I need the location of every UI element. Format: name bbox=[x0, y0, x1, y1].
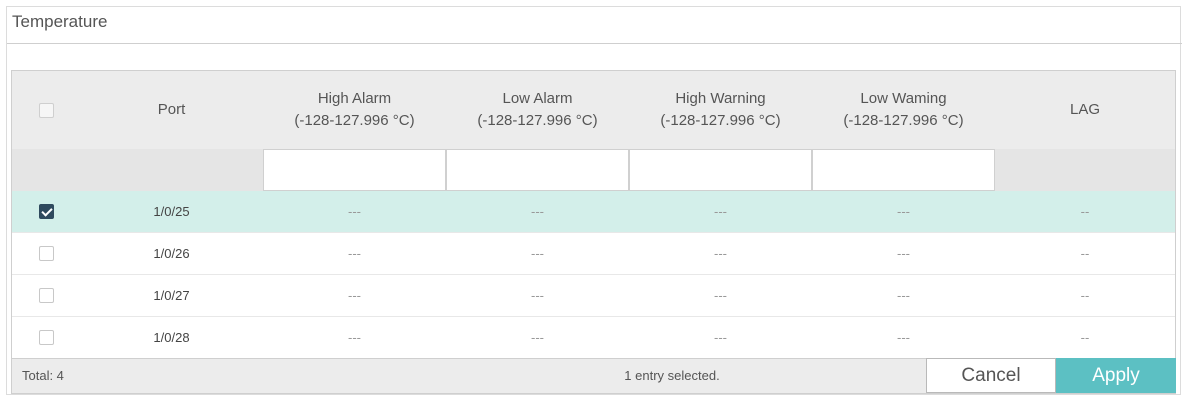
table-row[interactable]: 1/0/25 --- --- --- --- -- bbox=[12, 191, 1175, 233]
row-low-alarm: --- bbox=[531, 203, 544, 219]
row-high-alarm: --- bbox=[348, 245, 361, 261]
row-port: 1/0/27 bbox=[153, 287, 190, 303]
header-high-warning-label: High Warning bbox=[675, 90, 766, 107]
row-port: 1/0/25 bbox=[153, 203, 190, 219]
header-high-warning: High Warning (-128-127.996 °C) bbox=[629, 71, 812, 149]
high-warning-input[interactable] bbox=[629, 149, 812, 191]
table-row[interactable]: 1/0/26 --- --- --- --- -- bbox=[12, 233, 1175, 275]
row-port: 1/0/26 bbox=[153, 245, 190, 261]
row-low-alarm: --- bbox=[531, 245, 544, 261]
row-high-warning: --- bbox=[714, 287, 727, 303]
row-select-cell[interactable] bbox=[12, 191, 80, 232]
row-high-alarm: --- bbox=[348, 329, 361, 345]
temperature-panel: Temperature Port High Alarm (-128-127.99… bbox=[6, 6, 1182, 395]
row-checkbox[interactable] bbox=[38, 246, 54, 261]
cancel-button[interactable]: Cancel bbox=[926, 358, 1056, 393]
apply-button[interactable]: Apply bbox=[1056, 358, 1176, 393]
row-low-warning: --- bbox=[897, 287, 910, 303]
row-low-warning: --- bbox=[897, 329, 910, 345]
header-lag-label: LAG bbox=[1069, 101, 1100, 118]
row-lag: -- bbox=[1080, 203, 1090, 219]
table-row[interactable]: 1/0/27 --- --- --- --- -- bbox=[12, 275, 1175, 317]
row-high-warning: --- bbox=[714, 245, 727, 261]
row-checkbox-checked[interactable] bbox=[38, 204, 54, 219]
header-high-alarm-range: (-128-127.996 °C) bbox=[294, 112, 415, 129]
header-low-alarm-range: (-128-127.996 °C) bbox=[477, 112, 598, 129]
row-low-alarm: --- bbox=[531, 329, 544, 345]
row-low-warning: --- bbox=[897, 203, 910, 219]
header-port-label: Port bbox=[157, 101, 186, 118]
temperature-table: Port High Alarm (-128-127.996 °C) Low Al… bbox=[11, 70, 1176, 394]
header-port: Port bbox=[80, 71, 263, 149]
row-select-cell[interactable] bbox=[12, 233, 80, 274]
total-count: Total: 4 bbox=[22, 368, 64, 383]
header-lag: LAG bbox=[995, 71, 1175, 149]
header-low-warning-range: (-128-127.996 °C) bbox=[843, 112, 964, 129]
low-alarm-input[interactable] bbox=[446, 149, 629, 191]
low-warning-input[interactable] bbox=[812, 149, 995, 191]
header-select-cell[interactable] bbox=[12, 71, 80, 149]
row-checkbox[interactable] bbox=[38, 330, 54, 345]
header-low-alarm: Low Alarm (-128-127.996 °C) bbox=[446, 71, 629, 149]
row-low-warning: --- bbox=[897, 245, 910, 261]
table-header: Port High Alarm (-128-127.996 °C) Low Al… bbox=[12, 71, 1175, 149]
high-alarm-input[interactable] bbox=[263, 149, 446, 191]
row-checkbox[interactable] bbox=[38, 288, 54, 303]
row-high-alarm: --- bbox=[348, 203, 361, 219]
header-high-alarm: High Alarm (-128-127.996 °C) bbox=[263, 71, 446, 149]
panel-title: Temperature bbox=[12, 12, 108, 31]
row-lag: -- bbox=[1080, 287, 1090, 303]
row-lag: -- bbox=[1080, 329, 1090, 345]
edit-row-blank-lag bbox=[995, 149, 1175, 191]
row-high-warning: --- bbox=[714, 203, 727, 219]
row-select-cell[interactable] bbox=[12, 275, 80, 316]
row-select-cell[interactable] bbox=[12, 317, 80, 358]
edit-row-blank-port bbox=[80, 149, 263, 191]
header-low-warning-label: Low Waming bbox=[860, 90, 947, 107]
table-footer: Total: 4 1 entry selected. Cancel Apply bbox=[12, 358, 1176, 393]
row-low-alarm: --- bbox=[531, 287, 544, 303]
header-low-warning: Low Waming (-128-127.996 °C) bbox=[812, 71, 995, 149]
table-row[interactable]: 1/0/28 --- --- --- --- -- bbox=[12, 317, 1175, 359]
header-high-warning-range: (-128-127.996 °C) bbox=[660, 112, 781, 129]
edit-row-blank-check bbox=[12, 149, 80, 191]
row-lag: -- bbox=[1080, 245, 1090, 261]
selection-status: 1 entry selected. bbox=[624, 368, 720, 383]
row-high-alarm: --- bbox=[348, 287, 361, 303]
title-divider bbox=[7, 43, 1182, 44]
header-high-alarm-label: High Alarm bbox=[317, 90, 392, 107]
select-all-checkbox[interactable] bbox=[38, 102, 54, 118]
edit-row bbox=[12, 149, 1175, 191]
row-high-warning: --- bbox=[714, 329, 727, 345]
row-port: 1/0/28 bbox=[153, 329, 190, 345]
header-low-alarm-label: Low Alarm bbox=[502, 90, 573, 107]
